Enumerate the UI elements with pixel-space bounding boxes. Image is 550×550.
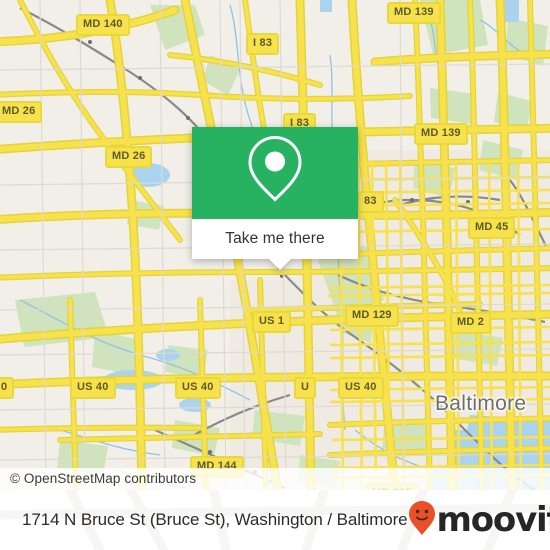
take-me-there-button[interactable]: Take me there bbox=[192, 219, 358, 259]
road-shield: MD 139 bbox=[387, 2, 441, 24]
road-shield: US 40 bbox=[175, 377, 221, 399]
map-canvas[interactable]: Baltimore MD 140 I 83 MD 139 MD 26 I 83 … bbox=[0, 0, 550, 490]
road-shield: MD 139 bbox=[414, 123, 468, 145]
moovit-logo[interactable]: moovit bbox=[408, 500, 550, 541]
map-city-label-baltimore: Baltimore bbox=[435, 392, 527, 415]
callout-image-panel bbox=[192, 127, 358, 219]
road-shield: 0 bbox=[0, 377, 15, 399]
road-shield: US 40 bbox=[338, 377, 384, 399]
road-shield: MD 129 bbox=[345, 305, 399, 327]
callout-tail bbox=[268, 258, 292, 270]
address-label: 1714 N Bruce St (Bruce St), Washington /… bbox=[22, 510, 408, 529]
osm-attribution[interactable]: © OpenStreetMap contributors bbox=[0, 468, 550, 490]
location-callout-card[interactable]: Take me there bbox=[192, 127, 358, 270]
road-shield: MD 26 bbox=[0, 101, 43, 123]
location-pin-icon bbox=[247, 134, 303, 209]
road-shield: MD 26 bbox=[105, 146, 153, 168]
road-shield: U bbox=[294, 377, 317, 399]
road-shield: I 83 bbox=[246, 33, 280, 55]
moovit-smiley-pin-icon bbox=[408, 500, 436, 541]
road-shield: 83 bbox=[357, 191, 384, 213]
footer-bar: 1714 N Bruce St (Bruce St), Washington /… bbox=[0, 490, 550, 550]
road-shield: MD 2 bbox=[450, 312, 492, 334]
road-shield: US 1 bbox=[252, 311, 292, 333]
road-shield: MD 140 bbox=[76, 14, 130, 36]
moovit-wordmark: moovit bbox=[436, 500, 550, 540]
road-shield: MD 45 bbox=[468, 217, 516, 239]
road-shield: US 40 bbox=[70, 377, 116, 399]
take-me-there-label: Take me there bbox=[225, 230, 325, 247]
